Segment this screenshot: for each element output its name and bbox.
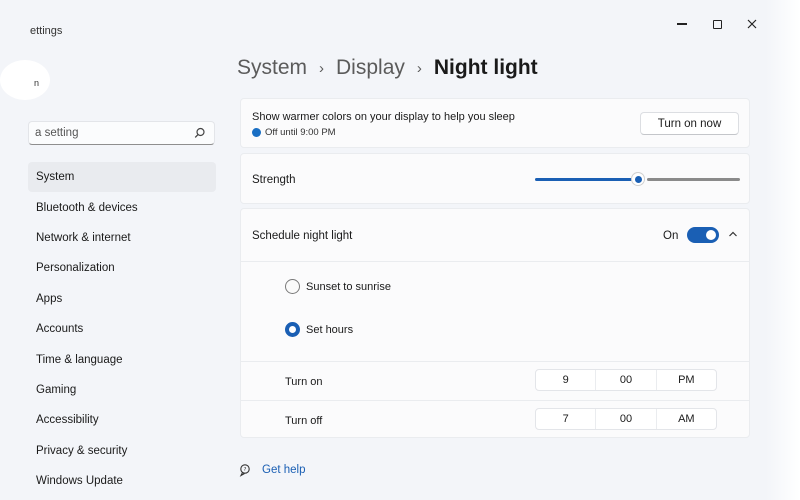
sidebar-item-windows-update[interactable]: Windows Update	[28, 466, 216, 496]
sidebar-item-network-internet[interactable]: Network & internet	[28, 223, 216, 253]
sidebar-item-bluetooth-devices[interactable]: Bluetooth & devices	[28, 192, 216, 222]
sidebar-item-personalization[interactable]: Personalization	[28, 253, 216, 283]
turn-on-time-picker[interactable]: 9 00 PM	[535, 369, 717, 391]
sidebar-item-label: Accessibility	[36, 414, 99, 427]
search-input[interactable]: a setting	[28, 121, 215, 145]
sidebar-item-label: Apps	[36, 292, 63, 305]
warm-colors-title: Show warmer colors on your display to he…	[252, 111, 515, 123]
turn-on-now-button[interactable]: Turn on now	[640, 112, 739, 135]
sidebar-item-accounts[interactable]: Accounts	[28, 314, 216, 344]
sidebar-item-accessibility[interactable]: Accessibility	[28, 405, 216, 435]
sidebar-item-label: System	[36, 171, 75, 184]
app-title: ettings	[30, 25, 63, 37]
hour-field[interactable]: 7	[536, 409, 595, 429]
chevron-right-icon: ›	[319, 59, 325, 77]
info-icon	[252, 128, 261, 137]
settings-window: ettings n a setting System Bluetooth & d…	[0, 0, 766, 500]
page-title: Night light	[433, 56, 538, 79]
toggle-state-label: On	[663, 230, 679, 242]
turn-off-row: Turn off 7 00 AM	[241, 400, 749, 438]
strength-label: Strength	[252, 174, 296, 186]
schedule-title: Schedule night light	[252, 230, 353, 242]
sidebar-item-system[interactable]: System	[28, 162, 216, 193]
sidebar-nav: System Bluetooth & devices Network & int…	[28, 162, 216, 496]
strength-card: Strength	[240, 153, 750, 204]
radio-button[interactable]	[285, 279, 300, 294]
turn-on-row: Turn on 9 00 PM	[241, 361, 749, 399]
slider-track	[647, 178, 740, 181]
slider-fill	[535, 178, 632, 181]
avatar-glyph: n	[34, 78, 40, 88]
close-icon	[747, 19, 757, 29]
radio-button[interactable]	[285, 322, 300, 337]
sidebar-item-label: Gaming	[36, 383, 77, 396]
minute-field[interactable]: 00	[595, 409, 655, 429]
window-edge	[766, 0, 800, 500]
schedule-card: Schedule night light On Sunset to sunris…	[240, 208, 750, 438]
chevron-up-icon[interactable]	[727, 228, 739, 240]
radio-label: Sunset to sunrise	[306, 280, 391, 293]
search-icon[interactable]	[193, 126, 207, 140]
warm-colors-status: Off until 9:00 PM	[252, 127, 336, 138]
radio-label: Set hours	[306, 323, 354, 336]
help-icon: ?	[239, 464, 250, 477]
period-field[interactable]: PM	[655, 370, 716, 390]
turn-off-label: Turn off	[285, 415, 323, 427]
schedule-header[interactable]: Schedule night light On	[241, 209, 749, 262]
breadcrumb-system[interactable]: System	[237, 56, 307, 80]
get-help-link[interactable]: Get help	[262, 464, 305, 476]
minimize-button[interactable]	[665, 12, 699, 36]
avatar[interactable]	[0, 60, 50, 100]
slider-thumb-core	[634, 175, 642, 183]
breadcrumb-display[interactable]: Display	[336, 56, 405, 80]
sidebar-item-label: Time & language	[36, 353, 123, 366]
sidebar-item-label: Windows Update	[36, 475, 123, 488]
close-button[interactable]	[735, 12, 766, 36]
svg-text:?: ?	[244, 467, 247, 473]
minimize-icon	[677, 23, 687, 25]
radio-sunset-to-sunrise[interactable]: Sunset to sunrise	[285, 279, 391, 294]
sidebar-item-gaming[interactable]: Gaming	[28, 375, 216, 405]
sidebar-item-privacy-security[interactable]: Privacy & security	[28, 436, 216, 466]
turn-off-time-picker[interactable]: 7 00 AM	[535, 408, 717, 430]
sidebar-item-label: Bluetooth & devices	[36, 201, 138, 214]
hour-field[interactable]: 9	[536, 370, 595, 390]
sidebar-item-label: Network & internet	[36, 231, 131, 244]
maximize-button[interactable]	[700, 12, 734, 36]
strength-slider[interactable]	[535, 172, 740, 186]
breadcrumb: System › Display › Night light	[237, 56, 538, 80]
sidebar-item-label: Personalization	[36, 262, 115, 275]
minute-field[interactable]: 00	[595, 370, 655, 390]
maximize-icon	[712, 19, 722, 29]
toggle-knob	[706, 230, 716, 240]
sidebar-item-apps[interactable]: Apps	[28, 284, 216, 314]
chevron-right-icon: ›	[416, 59, 422, 77]
status-text: Off until 9:00 PM	[265, 127, 336, 138]
turn-on-label: Turn on	[285, 376, 323, 388]
sidebar-item-label: Privacy & security	[36, 444, 128, 457]
radio-set-hours[interactable]: Set hours	[285, 322, 353, 337]
get-help[interactable]: ? Get help	[238, 463, 305, 477]
search-placeholder: a setting	[35, 127, 79, 139]
slider-thumb[interactable]	[632, 173, 644, 185]
schedule-toggle[interactable]	[687, 227, 719, 243]
period-field[interactable]: AM	[655, 409, 716, 429]
sidebar-item-time-language[interactable]: Time & language	[28, 344, 216, 374]
sidebar-item-label: Accounts	[36, 323, 84, 336]
warm-colors-card: Show warmer colors on your display to he…	[240, 98, 750, 148]
